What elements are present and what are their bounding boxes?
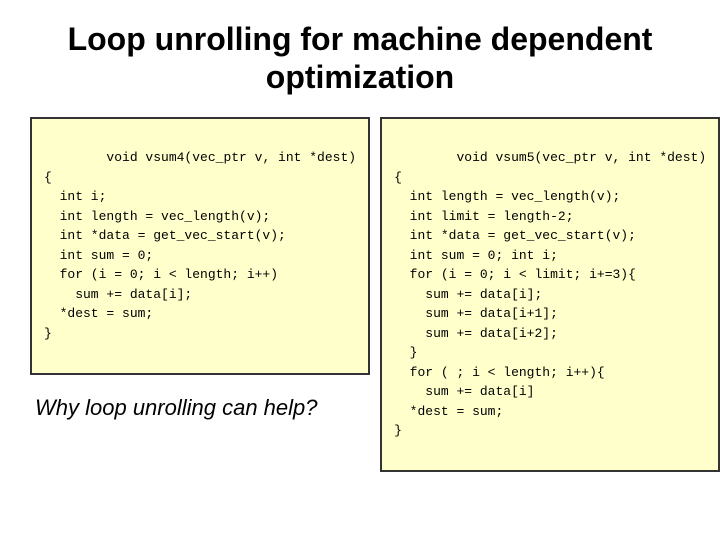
vsum4-code-box: void vsum4(vec_ptr v, int *dest) { int i…: [30, 117, 370, 375]
why-text: Why loop unrolling can help?: [30, 395, 370, 421]
slide-title: Loop unrolling for machine dependent opt…: [30, 20, 690, 97]
right-panel: void vsum5(vec_ptr v, int *dest) { int l…: [380, 117, 720, 520]
content-area: void vsum4(vec_ptr v, int *dest) { int i…: [30, 117, 690, 520]
vsum5-code-box: void vsum5(vec_ptr v, int *dest) { int l…: [380, 117, 720, 473]
title-line2: optimization: [266, 59, 454, 95]
slide: Loop unrolling for machine dependent opt…: [0, 0, 720, 540]
left-panel: void vsum4(vec_ptr v, int *dest) { int i…: [30, 117, 370, 520]
title-line1: Loop unrolling for machine dependent: [68, 21, 653, 57]
vsum4-code: void vsum4(vec_ptr v, int *dest) { int i…: [44, 150, 356, 341]
vsum5-code: void vsum5(vec_ptr v, int *dest) { int l…: [394, 150, 706, 438]
